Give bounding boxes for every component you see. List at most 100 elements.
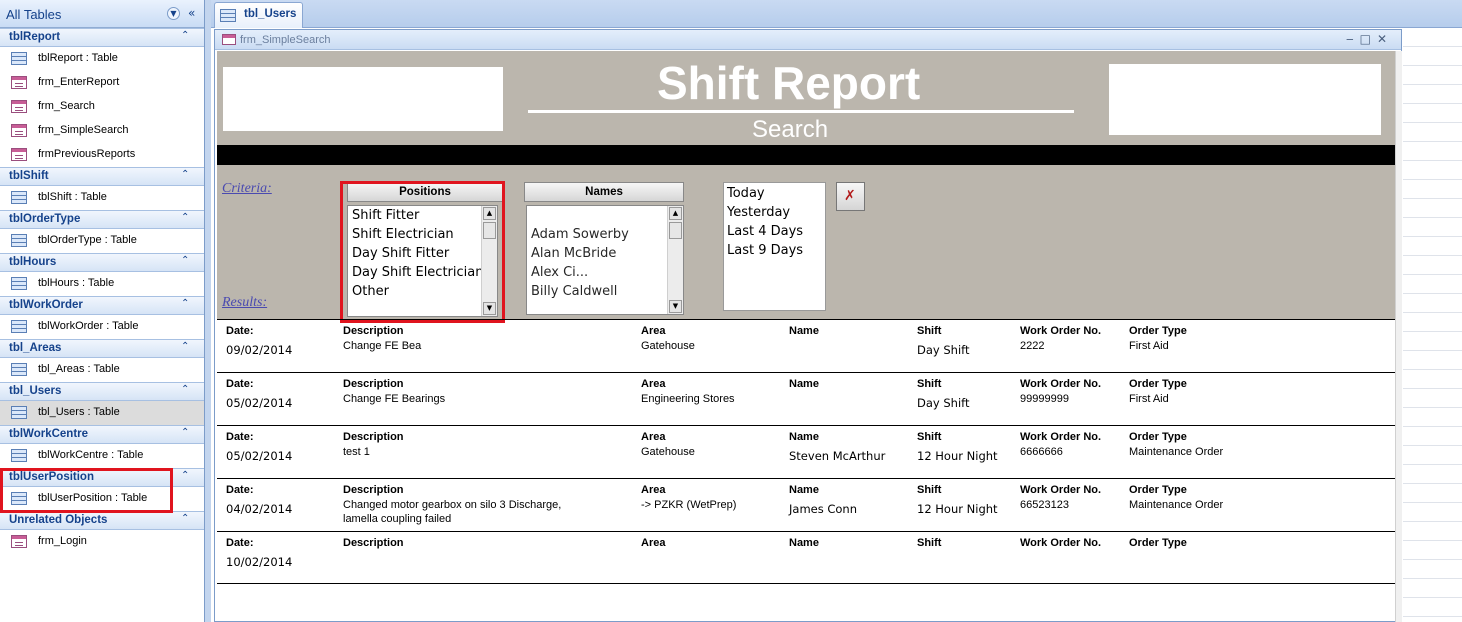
tab-tbl-users[interactable]: tbl_Users	[214, 2, 303, 28]
list-item[interactable]: Other	[348, 282, 497, 301]
nav-group-header[interactable]: tbl_Areas ⌃	[0, 339, 204, 358]
nav-item[interactable]: tblReport : Table	[0, 47, 204, 71]
nav-item[interactable]: tblWorkOrder : Table	[0, 315, 204, 339]
nav-group-header[interactable]: tblWorkCentre ⌃	[0, 425, 204, 444]
close-icon[interactable]: ✕	[1377, 32, 1393, 46]
scroll-down-icon[interactable]: ▼	[483, 302, 496, 315]
result-field-label: Shift	[917, 325, 942, 337]
nav-item[interactable]: tblOrderType : Table	[0, 229, 204, 253]
list-item[interactable]: Billy Caldwell	[527, 282, 683, 301]
nav-group-header[interactable]: tblReport ⌃	[0, 28, 204, 47]
list-item[interactable]: Yesterday	[724, 203, 825, 222]
list-item[interactable]: Day Shift Fitter	[348, 244, 497, 263]
chevron-up-icon[interactable]: ⌃	[181, 30, 189, 41]
result-row[interactable]: Date: 10/02/2014 Description Area Name Shift W…	[217, 531, 1396, 584]
nav-item[interactable]: frm_EnterReport	[0, 71, 204, 95]
scroll-up-icon[interactable]: ▲	[669, 207, 682, 220]
date-items: Today Yesterday Last 4 Days Last 9 Days	[724, 184, 825, 260]
positions-scrollbar[interactable]: ▲ ▼	[481, 206, 497, 316]
list-item[interactable]: Today	[724, 184, 825, 203]
result-row[interactable]: Date: 05/02/2014 Description test 1 Area Gate…	[217, 425, 1396, 478]
nav-group-header[interactable]: tblHours ⌃	[0, 253, 204, 272]
nav-item-label: tblShift : Table	[38, 191, 107, 203]
nav-item[interactable]: tblWorkCentre : Table	[0, 444, 204, 468]
minimize-icon[interactable]: ‒	[1346, 32, 1360, 46]
result-field-label: Description	[343, 537, 404, 549]
nav-item[interactable]: frm_Search	[0, 95, 204, 119]
result-field-label: Work Order No.	[1020, 537, 1102, 549]
chevron-up-icon[interactable]: ⌃	[181, 169, 189, 180]
list-item[interactable]: Last 9 Days	[724, 241, 825, 260]
table-icon	[220, 9, 236, 22]
nav-item[interactable]: tblShift : Table	[0, 186, 204, 210]
result-field-label: Date:	[226, 325, 254, 337]
form-icon	[11, 100, 27, 113]
nav-group-header[interactable]: tblUserPosition ⌃	[0, 468, 204, 487]
chevron-up-icon[interactable]: ⌃	[181, 384, 189, 395]
nav-group-label: tblHours	[9, 256, 57, 268]
result-order-type: Maintenance Order	[1129, 446, 1224, 458]
nav-group-header[interactable]: tbl_Users ⌃	[0, 382, 204, 401]
result-field-label: Date:	[226, 484, 254, 496]
nav-group-header[interactable]: tblWorkOrder ⌃	[0, 296, 204, 315]
nav-group-header[interactable]: tblShift ⌃	[0, 167, 204, 186]
list-item[interactable]: Alan McBride	[527, 244, 683, 263]
chevron-up-icon[interactable]: ⌃	[181, 513, 189, 524]
date-range-listbox[interactable]: Today Yesterday Last 4 Days Last 9 Days	[723, 182, 826, 311]
chevron-up-icon[interactable]: ⌃	[181, 427, 189, 438]
form-scrollbar[interactable]	[1395, 51, 1402, 622]
chevron-up-icon[interactable]: ⌃	[181, 212, 189, 223]
result-field-label: Area	[641, 378, 666, 390]
table-icon	[11, 277, 27, 290]
list-item[interactable]: Alex Ci...	[527, 263, 683, 282]
result-field-label: Shift	[917, 378, 942, 390]
nav-group-header[interactable]: Unrelated Objects ⌃	[0, 511, 204, 530]
nav-item[interactable]: tbl_Areas : Table	[0, 358, 204, 382]
scroll-down-icon[interactable]: ▼	[669, 300, 682, 313]
nav-item[interactable]: tblUserPosition : Table	[0, 487, 204, 511]
window-buttons[interactable]: ‒□✕	[1346, 32, 1393, 46]
clear-filter-button[interactable]: ✗	[836, 182, 865, 211]
result-row[interactable]: Date: 05/02/2014 Description Change FE Bear…	[217, 372, 1396, 425]
result-field-label: Date:	[226, 431, 254, 443]
nav-pane-header[interactable]: All Tables ▼ «	[0, 0, 204, 28]
result-work-order: 6666666	[1020, 446, 1063, 458]
list-item[interactable]: Shift Fitter	[348, 206, 497, 225]
result-row[interactable]: Date: 09/02/2014 Description Change FE Bea A…	[217, 319, 1396, 372]
nav-item[interactable]: tblHours : Table	[0, 272, 204, 296]
scroll-up-icon[interactable]: ▲	[483, 207, 496, 220]
nav-group-header[interactable]: tblOrderType ⌃	[0, 210, 204, 229]
header-left-box	[223, 67, 503, 131]
names-scrollbar[interactable]: ▲ ▼	[667, 206, 683, 314]
nav-item[interactable]: tbl_Users : Table	[0, 401, 204, 425]
list-item[interactable]: Shift Electrician	[348, 225, 497, 244]
positions-listbox[interactable]: Shift Fitter Shift Electrician Day Shift F…	[347, 205, 498, 317]
scroll-thumb[interactable]	[483, 222, 496, 239]
chevron-up-icon[interactable]: ⌃	[181, 470, 189, 481]
scroll-thumb[interactable]	[669, 222, 682, 239]
chevron-up-icon[interactable]: ⌃	[181, 341, 189, 352]
names-listbox[interactable]: Adam Sowerby Alan McBride Alex Ci... Billy …	[526, 205, 684, 315]
nav-item[interactable]: frm_SimpleSearch	[0, 119, 204, 143]
list-item[interactable]: Last 4 Days	[724, 222, 825, 241]
nav-item[interactable]: frm_Login	[0, 530, 204, 554]
results-label: Results:	[222, 295, 268, 310]
nav-item[interactable]: frmPreviousReports	[0, 143, 204, 167]
names-header: Names	[524, 182, 684, 202]
result-date: 09/02/2014	[226, 343, 293, 357]
result-description: Changed motor gearbox on silo 3 Discharg…	[343, 499, 562, 511]
positions-header: Positions	[347, 182, 503, 202]
result-row[interactable]: Date: 04/02/2014 Description Changed motor …	[217, 478, 1396, 531]
result-field-label: Date:	[226, 537, 254, 549]
chevron-up-icon[interactable]: ⌃	[181, 255, 189, 266]
maximize-icon[interactable]: □	[1360, 32, 1377, 46]
nav-pane-title[interactable]: All Tables	[6, 7, 61, 22]
chevron-up-icon[interactable]: ⌃	[181, 298, 189, 309]
datasheet-grid-background	[1403, 28, 1462, 622]
list-item[interactable]: Adam Sowerby	[527, 225, 683, 244]
list-item[interactable]: Day Shift Electrician	[348, 263, 497, 282]
form-title-bar[interactable]: frm_SimpleSearch ‒□✕	[215, 30, 1401, 50]
chevron-down-icon[interactable]: ▼	[167, 7, 180, 20]
result-work-order: 2222	[1020, 340, 1045, 352]
collapse-pane-icon[interactable]: «	[188, 6, 195, 20]
